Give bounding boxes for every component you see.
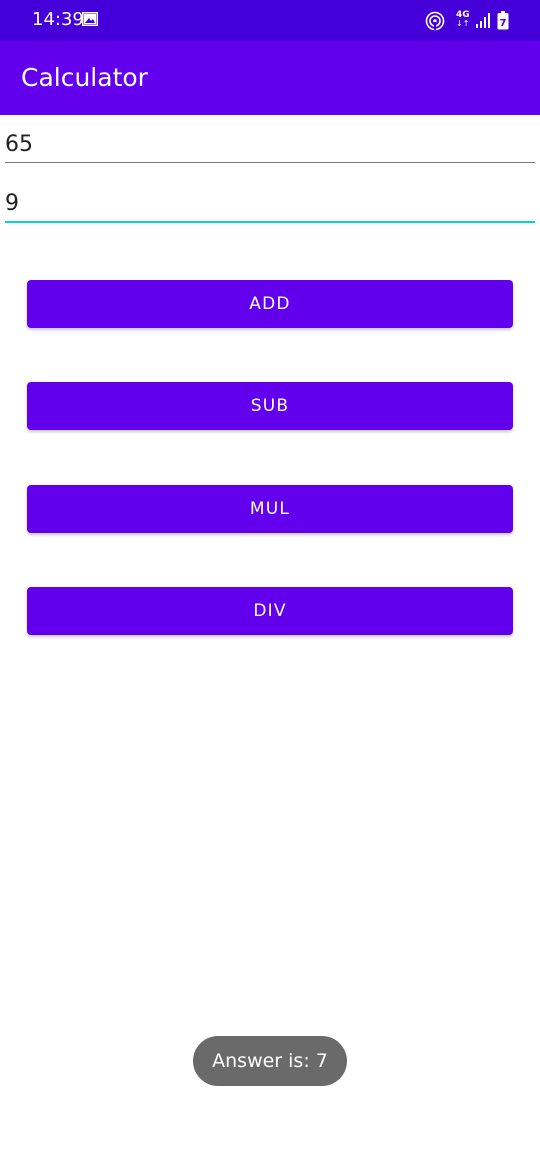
battery-icon: 7	[497, 11, 509, 30]
signal-icon	[476, 13, 490, 28]
second-number-underline	[5, 221, 535, 223]
hotspot-icon	[425, 11, 445, 31]
answer-toast: Answer is: 7	[193, 1036, 347, 1086]
first-number-field	[5, 127, 535, 163]
app-bar: Calculator	[0, 41, 540, 115]
app-title: Calculator	[21, 63, 148, 92]
calculator-screen: 14:39 4G ↓↑ 7 Calculator 65 9 ADD SUB MU…	[0, 0, 540, 1170]
multiply-button[interactable]: MUL	[27, 485, 513, 533]
add-button[interactable]: ADD	[27, 280, 513, 328]
status-time: 14:39	[32, 9, 84, 30]
status-bar: 14:39 4G ↓↑ 7	[0, 0, 540, 41]
first-number-input[interactable]	[5, 127, 535, 161]
second-number-field	[5, 186, 535, 223]
subtract-button[interactable]: SUB	[27, 382, 513, 430]
data-arrows-icon: ↓↑	[456, 19, 470, 28]
second-number-input[interactable]	[5, 186, 535, 220]
divide-button[interactable]: DIV	[27, 587, 513, 635]
gallery-icon	[82, 12, 98, 26]
battery-level-label: 7	[500, 18, 507, 29]
first-number-underline	[5, 162, 535, 163]
